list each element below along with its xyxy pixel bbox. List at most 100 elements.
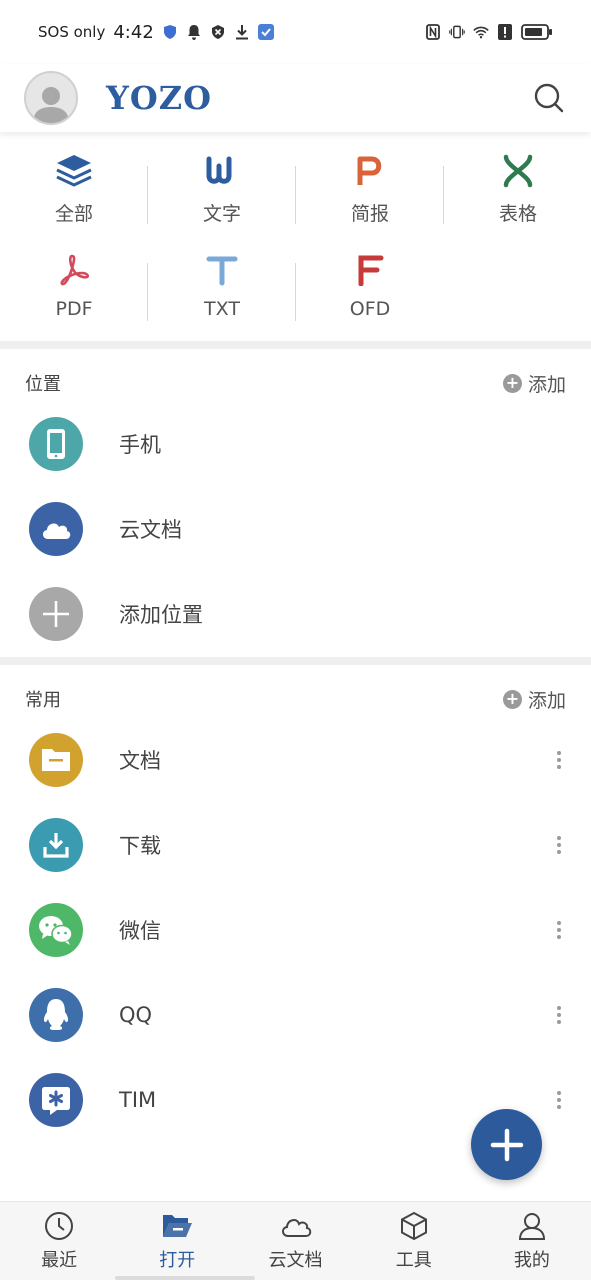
nav-label: 打开 bbox=[159, 1250, 196, 1271]
plus-icon: + bbox=[502, 373, 522, 393]
type-word[interactable]: 文字 bbox=[148, 140, 296, 236]
more-icon[interactable] bbox=[554, 920, 564, 939]
common-label: TIM bbox=[119, 1087, 157, 1112]
common-item-downloads[interactable]: 下载 bbox=[0, 802, 591, 887]
app-logo: YOZO bbox=[106, 79, 212, 117]
type-label: 简报 bbox=[350, 202, 389, 225]
add-common-button[interactable]: + 添加 bbox=[502, 686, 566, 713]
type-label: PDF bbox=[55, 298, 93, 320]
nav-label: 工具 bbox=[395, 1250, 432, 1271]
tim-icon bbox=[29, 1072, 83, 1127]
cloud-icon bbox=[280, 1210, 312, 1242]
layers-icon bbox=[54, 151, 94, 191]
add-label: 添加 bbox=[527, 373, 566, 396]
nav-label: 最近 bbox=[41, 1250, 78, 1271]
ofd-icon bbox=[350, 250, 390, 290]
location-item-phone[interactable]: 手机 bbox=[0, 401, 591, 486]
add-location-button[interactable]: + 添加 bbox=[502, 370, 566, 397]
spreadsheet-icon bbox=[498, 151, 538, 191]
user-icon bbox=[516, 1210, 548, 1242]
section-title: 常用 bbox=[25, 690, 61, 711]
add-fab-button[interactable] bbox=[471, 1109, 542, 1180]
file-type-grid: 全部 文字 简报 表格 PDF TXT OFD bbox=[0, 140, 591, 340]
type-ofd[interactable]: OFD bbox=[296, 237, 444, 333]
type-label: 全部 bbox=[54, 202, 93, 225]
presentation-icon bbox=[350, 151, 390, 191]
app-header: YOZO bbox=[0, 64, 591, 132]
plus-icon bbox=[490, 1128, 523, 1161]
type-presentation[interactable]: 简报 bbox=[296, 140, 444, 236]
common-header: 常用 + 添加 bbox=[0, 675, 591, 723]
nav-label: 云文档 bbox=[268, 1250, 323, 1271]
locations-header: 位置 + 添加 bbox=[0, 359, 591, 407]
avatar[interactable] bbox=[24, 71, 78, 125]
cloud-icon bbox=[29, 501, 83, 556]
alert-icon bbox=[497, 24, 513, 40]
bell-icon bbox=[186, 24, 202, 40]
pdf-icon bbox=[54, 250, 94, 290]
qq-icon bbox=[29, 987, 83, 1042]
clock-icon bbox=[43, 1210, 75, 1242]
type-label: 文字 bbox=[202, 202, 241, 225]
location-item-add[interactable]: 添加位置 bbox=[0, 571, 591, 656]
common-label: 文档 bbox=[119, 748, 161, 773]
type-label: 表格 bbox=[498, 202, 537, 225]
battery-icon bbox=[521, 24, 553, 40]
nav-recent[interactable]: 最近 bbox=[0, 1202, 118, 1280]
type-all[interactable]: 全部 bbox=[0, 140, 148, 236]
section-divider bbox=[0, 341, 591, 349]
common-item-wechat[interactable]: 微信 bbox=[0, 887, 591, 972]
app-icon bbox=[257, 24, 274, 40]
nav-cloud[interactable]: 云文档 bbox=[236, 1202, 354, 1280]
location-item-cloud[interactable]: 云文档 bbox=[0, 486, 591, 571]
nfc-icon bbox=[425, 24, 441, 40]
wechat-icon bbox=[29, 902, 83, 957]
plus-icon: + bbox=[502, 689, 522, 709]
vpn-icon bbox=[210, 24, 226, 40]
add-label: 添加 bbox=[527, 689, 566, 712]
user-icon bbox=[33, 87, 69, 123]
home-indicator bbox=[115, 1276, 255, 1280]
common-label: QQ bbox=[119, 1002, 153, 1027]
download-icon bbox=[234, 24, 250, 40]
more-icon[interactable] bbox=[554, 1090, 564, 1109]
folder-open-icon bbox=[161, 1210, 193, 1242]
shield-icon bbox=[162, 24, 178, 40]
txt-icon bbox=[202, 250, 242, 290]
clock: 4:42 bbox=[113, 21, 154, 43]
vibrate-icon bbox=[449, 24, 465, 40]
status-bar: SOS only 4:42 bbox=[0, 0, 591, 64]
type-label: TXT bbox=[204, 298, 240, 320]
section-divider bbox=[0, 657, 591, 665]
common-item-qq[interactable]: QQ bbox=[0, 972, 591, 1057]
nav-label: 我的 bbox=[513, 1250, 550, 1271]
type-txt[interactable]: TXT bbox=[148, 237, 296, 333]
more-icon[interactable] bbox=[554, 835, 564, 854]
more-icon[interactable] bbox=[554, 750, 564, 769]
nav-tools[interactable]: 工具 bbox=[355, 1202, 473, 1280]
common-label: 下载 bbox=[119, 833, 161, 858]
location-label: 云文档 bbox=[119, 517, 182, 542]
status-left: SOS only 4:42 bbox=[38, 22, 274, 43]
plus-icon bbox=[29, 586, 83, 641]
common-label: 微信 bbox=[119, 918, 161, 943]
type-label: OFD bbox=[349, 298, 391, 320]
nav-open[interactable]: 打开 bbox=[118, 1202, 236, 1280]
phone-icon bbox=[29, 416, 83, 471]
type-spreadsheet[interactable]: 表格 bbox=[444, 140, 591, 236]
cube-icon bbox=[398, 1210, 430, 1242]
word-icon bbox=[202, 151, 242, 191]
section-title: 位置 bbox=[25, 374, 61, 395]
search-icon bbox=[534, 83, 564, 113]
nav-me[interactable]: 我的 bbox=[473, 1202, 591, 1280]
status-right bbox=[425, 24, 553, 40]
wifi-icon bbox=[473, 24, 489, 40]
location-label: 添加位置 bbox=[119, 602, 203, 627]
more-icon[interactable] bbox=[554, 1005, 564, 1024]
search-button[interactable] bbox=[531, 80, 567, 116]
common-item-documents[interactable]: 文档 bbox=[0, 717, 591, 802]
folder-icon bbox=[29, 732, 83, 787]
bottom-nav: 最近 打开 云文档 工具 我的 bbox=[0, 1201, 591, 1280]
type-pdf[interactable]: PDF bbox=[0, 237, 148, 333]
location-label: 手机 bbox=[119, 432, 161, 457]
